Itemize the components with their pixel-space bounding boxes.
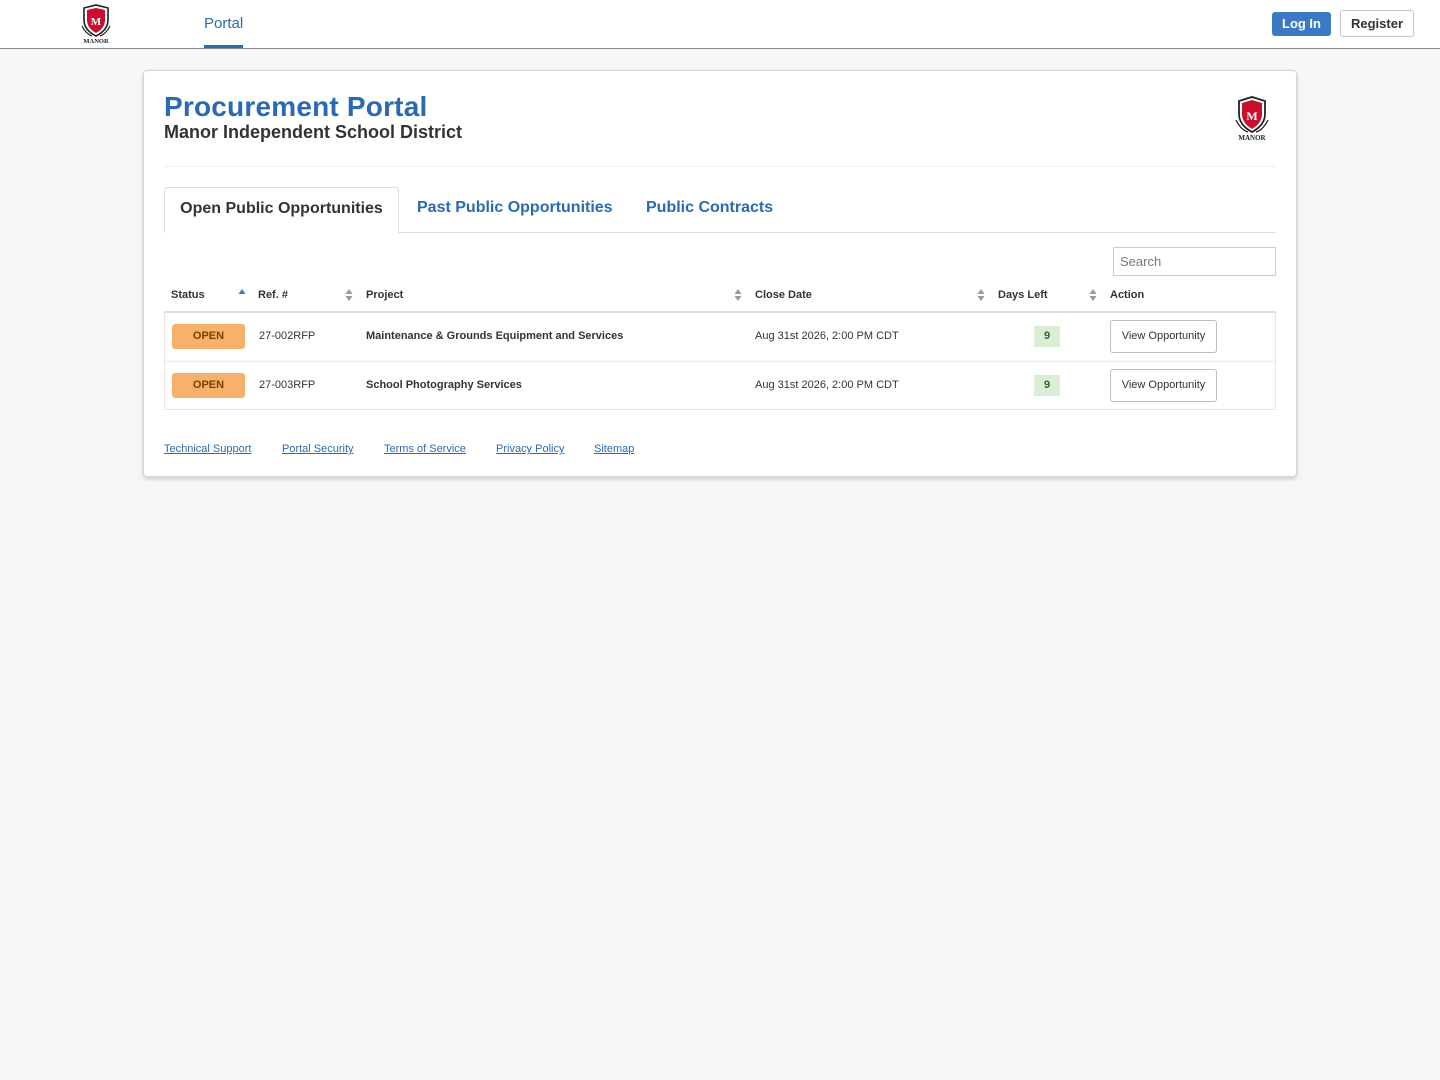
table-header: Status Ref. # Project Close Date Days Le… (164, 281, 1276, 313)
view-opportunity-button[interactable]: View Opportunity (1110, 320, 1217, 353)
ref-number: 27-003RFP (259, 379, 316, 391)
logo-large-text: MANOR (1238, 134, 1266, 142)
tab-open-public-opportunities[interactable]: Open Public Opportunities (164, 187, 399, 233)
sort-both-icon[interactable] (734, 288, 742, 302)
close-date: Aug 31st 2026, 2:00 PM CDT (755, 330, 899, 342)
project-name: School Photography Services (366, 379, 522, 391)
close-date: Aug 31st 2026, 2:00 PM CDT (755, 379, 899, 391)
status-badge: OPEN (172, 373, 245, 398)
header-divider (164, 166, 1276, 167)
footer-link-technical-support[interactable]: Technical Support (164, 443, 251, 455)
status-badge: OPEN (172, 324, 245, 349)
table-row: OPEN 27-003RFP School Photography Servic… (165, 361, 1275, 409)
opportunities-table: Status Ref. # Project Close Date Days Le… (164, 281, 1276, 410)
col-header-close-date[interactable]: Close Date (755, 281, 812, 311)
col-header-status[interactable]: Status (171, 281, 205, 311)
col-header-ref[interactable]: Ref. # (258, 281, 288, 311)
logo-text: MANOR (83, 38, 109, 44)
portal-card: Procurement Portal Manor Independent Sch… (143, 70, 1297, 477)
top-navbar: M MANOR Portal Log In Register (0, 0, 1440, 49)
view-opportunity-button[interactable]: View Opportunity (1110, 369, 1217, 402)
col-header-days-left[interactable]: Days Left (998, 281, 1048, 311)
col-header-action: Action (1110, 289, 1145, 301)
login-button[interactable]: Log In (1272, 12, 1331, 36)
manor-logo-icon[interactable]: M MANOR (78, 4, 114, 44)
footer-link-portal-security[interactable]: Portal Security (282, 443, 354, 455)
footer-link-terms-of-service[interactable]: Terms of Service (384, 443, 466, 455)
sort-both-icon[interactable] (1089, 288, 1097, 302)
sort-asc-icon[interactable] (238, 288, 246, 302)
table-body: OPEN 27-002RFP Maintenance & Grounds Equ… (164, 313, 1276, 410)
search-input[interactable] (1113, 247, 1276, 276)
manor-logo-large-icon: M MANOR (1235, 96, 1269, 142)
register-button[interactable]: Register (1340, 10, 1414, 37)
nav-portal-link[interactable]: Portal (204, 0, 244, 48)
logo-large-letter: M (1246, 109, 1257, 123)
sort-both-icon[interactable] (345, 288, 353, 302)
opportunity-tabs: Open Public Opportunities Past Public Op… (164, 187, 1276, 233)
footer-link-privacy-policy[interactable]: Privacy Policy (496, 443, 564, 455)
logo-letter: M (91, 16, 102, 28)
days-left-badge: 9 (1034, 375, 1060, 396)
page-subtitle: Manor Independent School District (164, 122, 463, 142)
table-row: OPEN 27-002RFP Maintenance & Grounds Equ… (165, 313, 1275, 361)
sort-both-icon[interactable] (977, 288, 985, 302)
col-header-project[interactable]: Project (366, 281, 403, 311)
days-left-badge: 9 (1034, 326, 1060, 347)
tab-public-contracts[interactable]: Public Contracts (646, 187, 773, 233)
page-title: Procurement Portal (164, 91, 428, 122)
tab-past-public-opportunities[interactable]: Past Public Opportunities (417, 187, 613, 233)
project-name: Maintenance & Grounds Equipment and Serv… (366, 330, 624, 342)
ref-number: 27-002RFP (259, 330, 316, 342)
footer-link-sitemap[interactable]: Sitemap (594, 443, 634, 455)
